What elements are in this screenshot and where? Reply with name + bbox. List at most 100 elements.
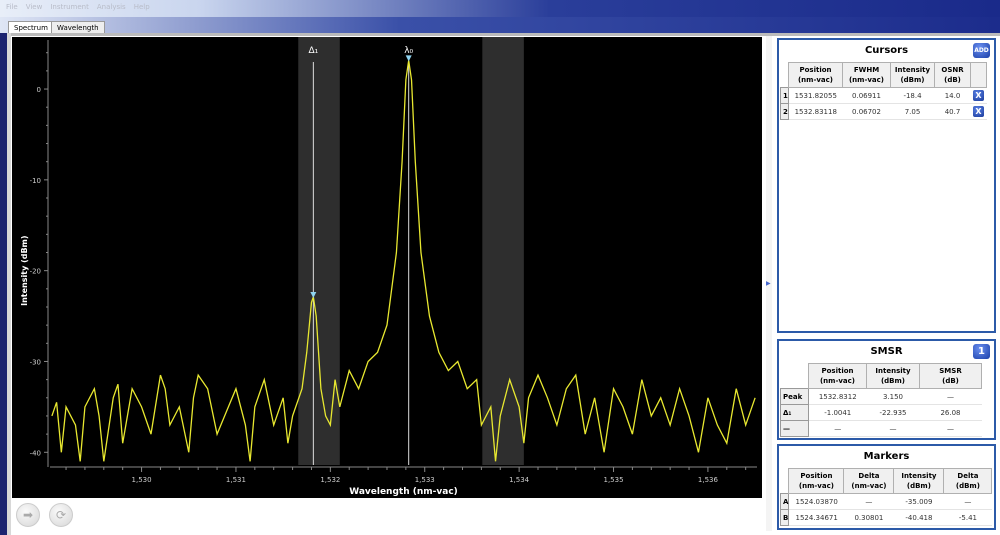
row-header[interactable]: Peak — [780, 388, 809, 405]
row-header[interactable]: A — [779, 493, 790, 510]
x-tick-label: 1,533 — [415, 476, 435, 484]
table-cell: -1.0041 — [808, 404, 867, 421]
table-cell: 1524.03870 — [788, 493, 844, 510]
table-cell: 7.05 — [890, 103, 935, 120]
play-button[interactable]: ➡ — [16, 503, 40, 527]
table-row: — — — — — [780, 420, 982, 437]
table-cell: — — [919, 388, 982, 405]
table-cell: -40.418 — [893, 509, 944, 526]
y-tick-label: 0 — [37, 86, 41, 94]
table-cell: 0.30801 — [843, 509, 894, 526]
menu-bar: File View Instrument Analysis Help — [6, 3, 150, 11]
table-cell: 1531.82055 — [788, 87, 843, 104]
title-bar: File View Instrument Analysis Help — [0, 0, 1000, 17]
delete-cursor-button[interactable]: X — [973, 90, 984, 101]
column-header: Intensity (dBm) — [893, 468, 945, 494]
column-header: Intensity (dBm) — [866, 363, 920, 389]
column-header: Delta (dBm) — [943, 468, 993, 494]
cursors-title: Cursors — [864, 45, 909, 56]
table-cell: 1532.8312 — [808, 388, 867, 405]
table-cell: 40.7 — [934, 103, 971, 120]
menu-file[interactable]: File — [6, 3, 18, 11]
table-cell: — — [843, 493, 894, 510]
table-row: 1 1531.82055 0.06911 -18.4 14.0 X — [780, 87, 987, 104]
marker-band — [298, 37, 340, 465]
refresh-button[interactable]: ⟳ — [49, 503, 73, 527]
column-header: Position (nm-vac) — [808, 363, 867, 389]
panel-splitter[interactable]: ▶ — [766, 36, 772, 531]
column-header: Position (nm-vac) — [788, 62, 843, 88]
table-row: Peak 1532.8312 3.150— — [780, 388, 982, 405]
x-tick-label: 1,530 — [132, 476, 152, 484]
cursor-marker-icon — [405, 55, 412, 62]
table-row: Δ₁ -1.0041 -22.935 26.08 — [780, 404, 982, 421]
spectrum-chart[interactable]: 0 -10 -20 -30 -40 1,530 1,531 1,532 1,533 1,534 1,… — [12, 37, 762, 498]
x-tick-label: 1,532 — [320, 476, 340, 484]
markers-table: Position (nm-vac) Delta (nm-vac) Intensity (d… — [779, 468, 993, 526]
x-tick-label: 1,531 — [226, 476, 246, 484]
y-tick-label: -20 — [30, 268, 41, 276]
table-row: A 1524.03870— -35.009— — [779, 493, 992, 510]
table-row: B 1524.34671 0.30801 -40.418 -5.41 — [779, 509, 992, 526]
row-header[interactable]: 1 — [780, 87, 789, 104]
refresh-icon: ⟳ — [55, 508, 67, 522]
y-tick-label: -10 — [30, 177, 41, 185]
smsr-title: SMSR — [870, 346, 903, 357]
column-header: SMSR (dB) — [919, 363, 982, 389]
window-border — [0, 33, 7, 535]
table-cell: -5.41 — [943, 509, 992, 526]
column-header-action — [970, 62, 987, 88]
smsr-badge-button[interactable]: 1 — [973, 344, 990, 359]
menu-instrument[interactable]: Instrument — [50, 3, 89, 11]
menu-analysis[interactable]: Analysis — [97, 3, 126, 11]
table-cell: -18.4 — [890, 87, 935, 104]
row-header[interactable]: — — [780, 420, 809, 437]
tab-spectrum[interactable]: Spectrum — [8, 21, 54, 33]
markers-title: Markers — [863, 451, 910, 462]
cursor-label: λ₀ — [404, 46, 413, 56]
expand-arrow-icon[interactable]: ▶ — [766, 280, 771, 287]
y-tick-label: -40 — [30, 449, 41, 457]
table-cell: 26.08 — [919, 404, 982, 421]
table-cell: — — [808, 420, 867, 437]
x-tick-label: 1,536 — [698, 476, 719, 484]
table-cell: — — [943, 493, 992, 510]
cursors-panel: Cursors ADD Position (nm-vac) FWHM (nm-vac)… — [777, 38, 996, 333]
x-axis-label: Wavelength (nm-vac) — [349, 487, 458, 497]
column-header: Intensity (dBm) — [890, 62, 935, 88]
menu-view[interactable]: View — [26, 3, 43, 11]
x-tick-label: 1,534 — [509, 476, 530, 484]
row-header[interactable]: B — [779, 509, 790, 526]
column-header: Delta (nm-vac) — [843, 468, 895, 494]
spectrum-plot[interactable]: 0 -10 -20 -30 -40 1,530 1,531 1,532 1,533 1,534 1,… — [12, 37, 762, 498]
column-header: Position (nm-vac) — [788, 468, 845, 494]
cursor-label: Δ₁ — [308, 46, 318, 56]
cursors-table: Position (nm-vac) FWHM (nm-vac) Intensity (dB… — [780, 62, 987, 120]
column-header: FWHM (nm-vac) — [842, 62, 891, 88]
table-cell: 3.150 — [866, 388, 920, 405]
markers-panel: Markers Position (nm-vac) Delta (nm-vac) Int… — [777, 444, 996, 530]
table-cell: -35.009 — [893, 493, 944, 510]
y-tick-label: -30 — [30, 358, 41, 366]
smsr-panel: SMSR 1 Position (nm-vac) Intensity (dBm) SMS… — [777, 339, 996, 440]
table-cell: — — [919, 420, 982, 437]
table-cell: 0.06911 — [842, 87, 891, 104]
table-row: 2 1532.83118 0.06702 7.05 40.7 X — [780, 103, 987, 120]
table-cell: 14.0 — [934, 87, 971, 104]
y-axis-label: Intensity (dBm) — [20, 235, 29, 305]
row-header[interactable]: Δ₁ — [780, 404, 809, 421]
arrow-right-icon: ➡ — [22, 508, 34, 522]
tab-wavelength[interactable]: Wavelength — [51, 21, 105, 33]
smsr-table: Position (nm-vac) Intensity (dBm) SMSR (dB) Pe… — [780, 363, 982, 437]
row-header[interactable]: 2 — [780, 103, 789, 120]
column-header: OSNR (dB) — [934, 62, 971, 88]
table-cell: 0.06702 — [842, 103, 891, 120]
table-cell: 1532.83118 — [788, 103, 843, 120]
add-cursor-button[interactable]: ADD — [973, 43, 990, 58]
spectrum-trace — [51, 60, 756, 462]
menu-help[interactable]: Help — [134, 3, 150, 11]
table-cell: -22.935 — [866, 404, 920, 421]
x-tick-label: 1,535 — [603, 476, 623, 484]
delete-cursor-button[interactable]: X — [973, 106, 984, 117]
table-cell: 1524.34671 — [788, 509, 844, 526]
